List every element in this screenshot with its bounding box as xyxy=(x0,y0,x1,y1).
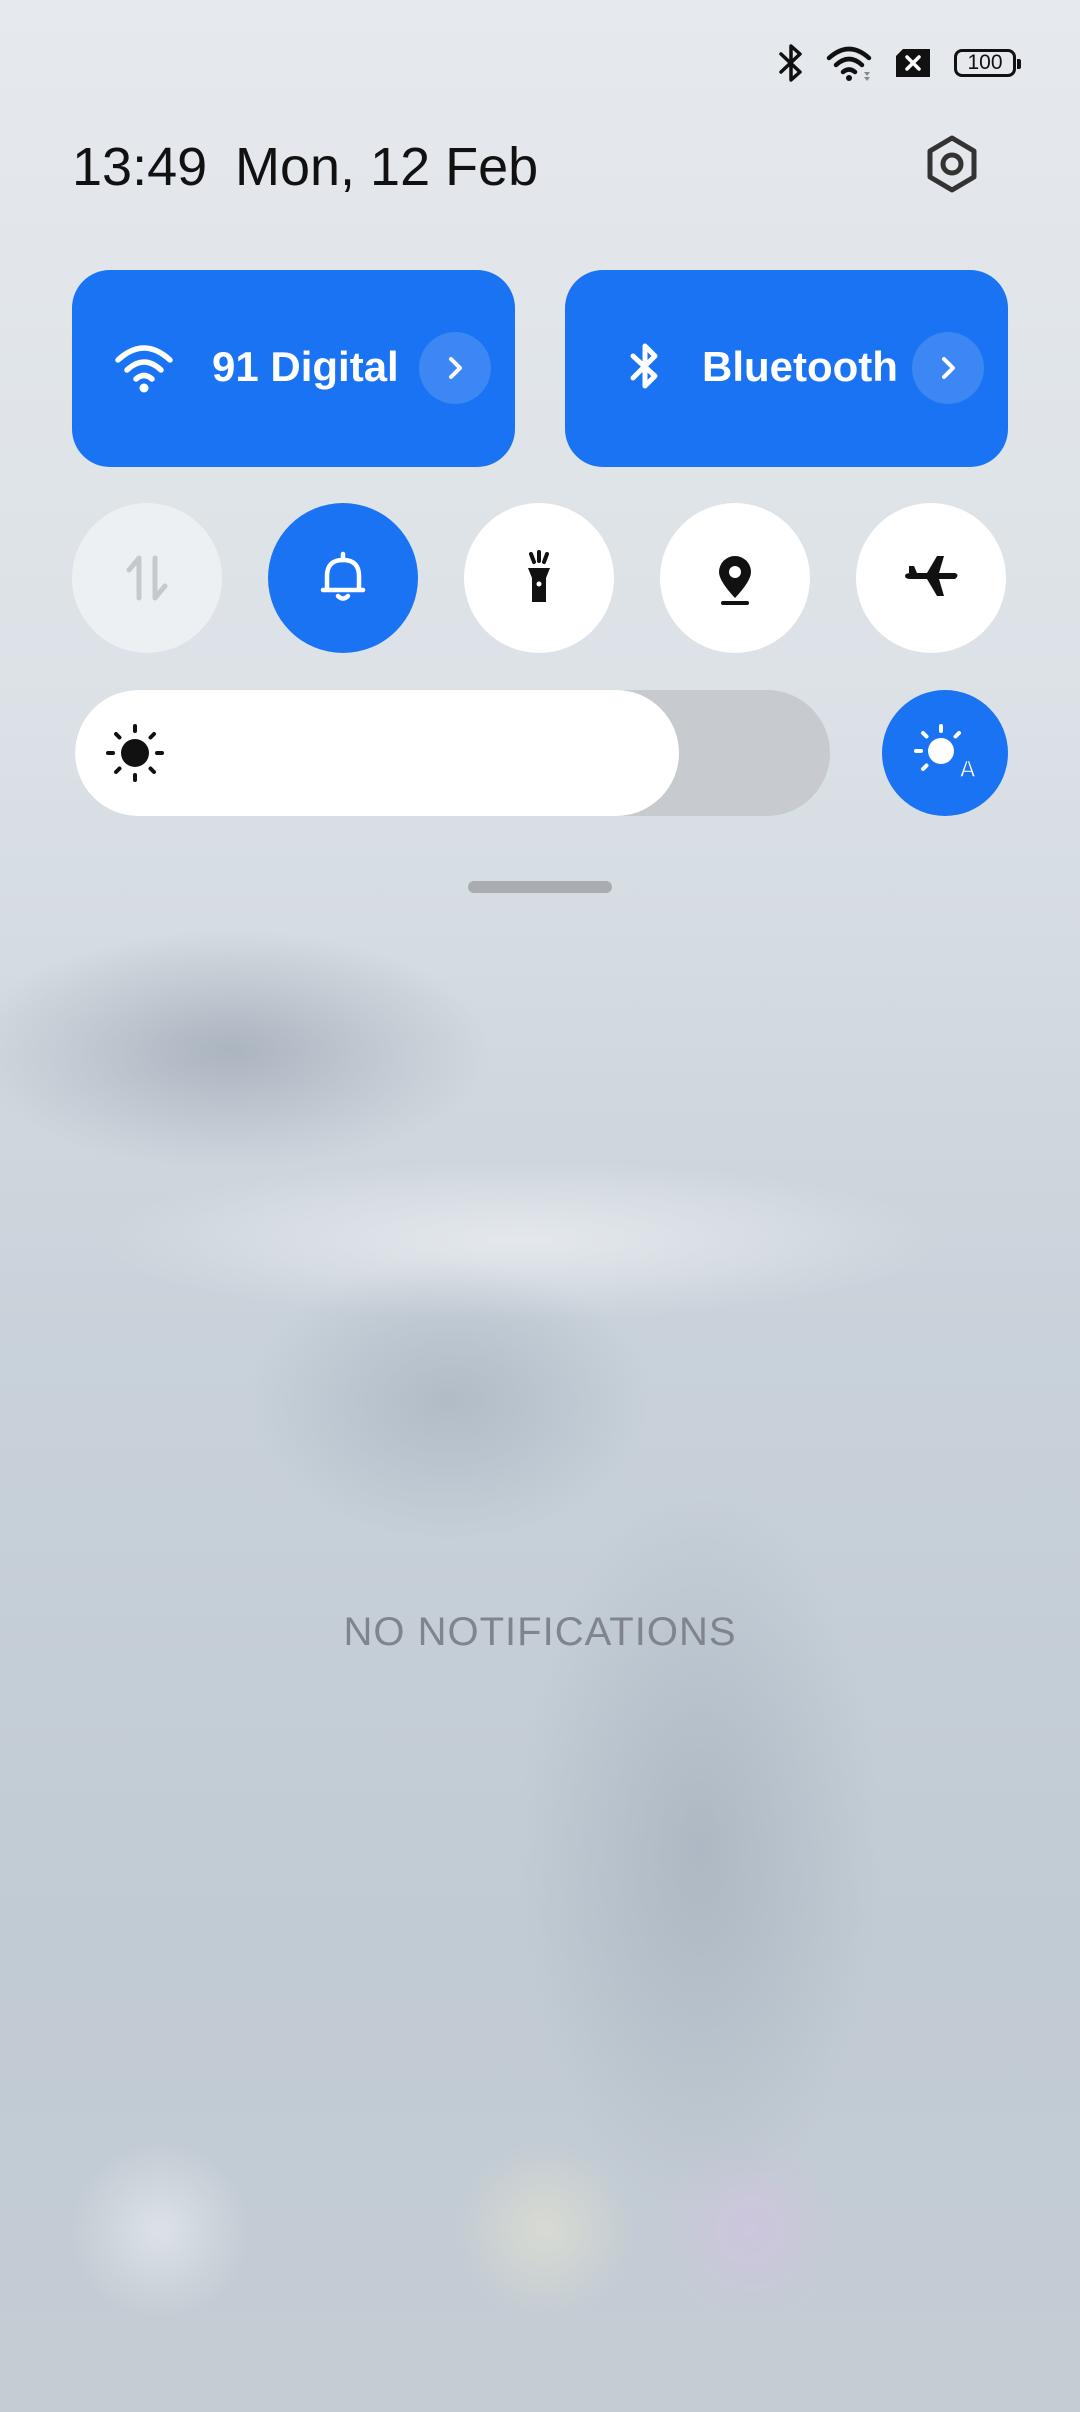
mobile-data-icon xyxy=(126,555,168,601)
wifi-icon xyxy=(115,345,173,393)
flashlight-toggle[interactable] xyxy=(464,503,614,653)
date[interactable]: Mon, 12 Feb xyxy=(235,136,538,198)
auto-brightness-button[interactable]: A xyxy=(882,690,1008,816)
status-bar: 100 xyxy=(778,40,1021,86)
brightness-slider[interactable] xyxy=(75,690,830,816)
clock[interactable]: 13:49 xyxy=(72,136,207,198)
no-sim-icon xyxy=(896,49,930,77)
chevron-right-icon xyxy=(449,357,462,379)
bluetooth-tile[interactable]: Bluetooth xyxy=(565,270,1008,467)
location-icon xyxy=(719,556,751,605)
brightness-fill xyxy=(75,690,679,816)
wifi-details-button[interactable] xyxy=(419,332,491,404)
no-notifications-text: NO NOTIFICATIONS xyxy=(343,1610,737,1654)
battery-icon: 100 xyxy=(954,49,1021,77)
mobile-data-toggle[interactable] xyxy=(72,503,222,653)
bluetooth-icon xyxy=(630,343,658,389)
svg-text:A: A xyxy=(959,756,976,783)
airplane-mode-toggle[interactable] xyxy=(856,503,1006,653)
airplane-icon xyxy=(905,556,958,596)
brightness-icon xyxy=(106,724,164,782)
panel-drag-handle[interactable] xyxy=(468,881,612,893)
wifi-tile[interactable]: 91 Digital xyxy=(72,270,515,467)
battery-level: 100 xyxy=(967,51,1003,74)
wifi-icon xyxy=(826,46,872,81)
sound-toggle[interactable] xyxy=(268,503,418,653)
bluetooth-icon xyxy=(779,44,802,82)
bluetooth-label: Bluetooth xyxy=(702,343,898,390)
bluetooth-details-button[interactable] xyxy=(912,332,984,404)
settings-icon[interactable] xyxy=(922,134,982,194)
bell-icon xyxy=(320,551,366,601)
flashlight-icon xyxy=(528,550,550,602)
location-toggle[interactable] xyxy=(660,503,810,653)
chevron-right-icon xyxy=(942,357,955,379)
wifi-network-label: 91 Digital xyxy=(212,343,399,390)
auto-brightness-icon: A xyxy=(914,724,977,784)
